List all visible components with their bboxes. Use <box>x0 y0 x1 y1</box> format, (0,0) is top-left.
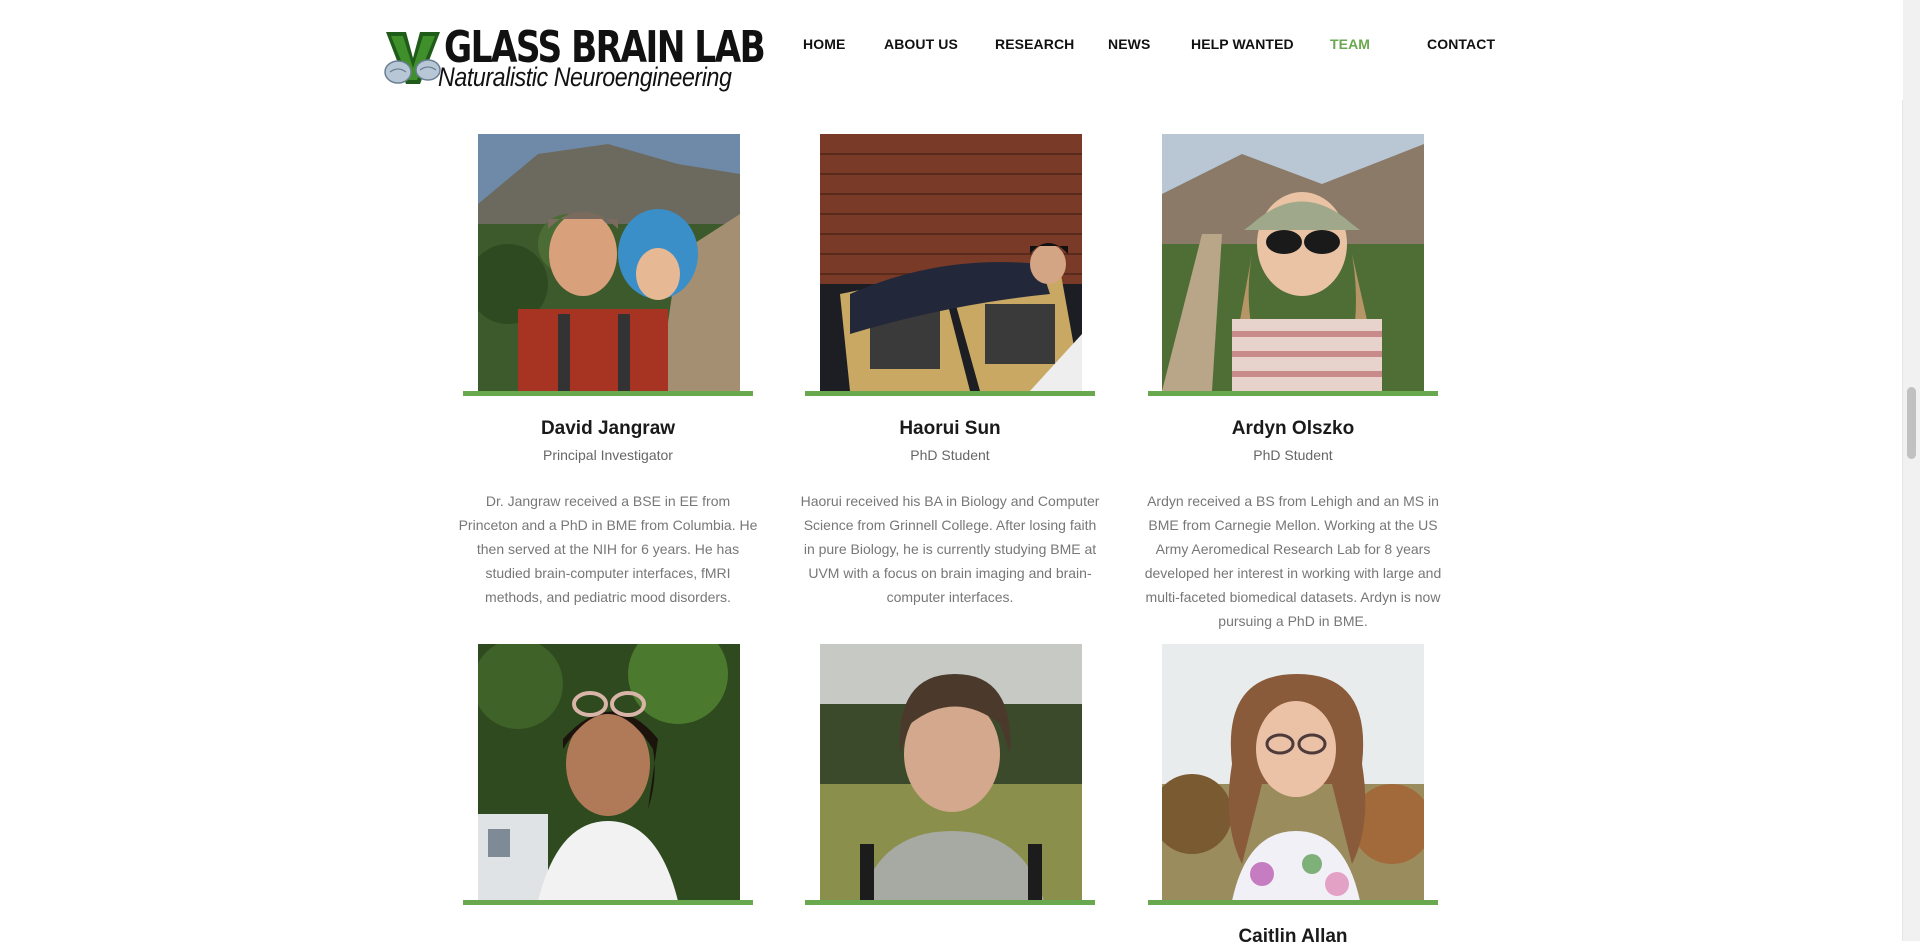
photo-underline <box>463 900 753 905</box>
photo-underline <box>1148 391 1438 396</box>
photo-underline <box>463 391 753 396</box>
scrollbar-thumb[interactable] <box>1907 387 1916 459</box>
member-bio: Haorui received his BA in Biology and Co… <box>800 493 1100 605</box>
nav-research[interactable]: RESEARCH <box>995 36 1074 52</box>
main-nav: HOME ABOUT US RESEARCH NEWS HELP WANTED … <box>0 36 1903 56</box>
member-name: David Jangraw <box>540 418 676 439</box>
team-photo <box>478 644 740 901</box>
nav-team[interactable]: TEAM <box>1330 36 1370 52</box>
nav-news[interactable]: NEWS <box>1108 36 1150 52</box>
member-role: Principal Investigator <box>543 447 673 463</box>
page-scrollbar[interactable] <box>1902 0 1920 941</box>
photo-underline <box>805 391 1095 396</box>
logo-subtitle: Naturalistic Neuroengineering <box>438 62 732 92</box>
team-photo <box>820 134 1082 391</box>
member-role: PhD Student <box>1253 447 1333 463</box>
member-bio: Dr. Jangraw received a BSE in EE from Pr… <box>458 493 758 605</box>
team-photo <box>1162 644 1424 901</box>
nav-contact[interactable]: CONTACT <box>1427 36 1495 52</box>
member-role: PhD Student <box>910 447 990 463</box>
photo-underline <box>805 900 1095 905</box>
member-bio: Ardyn received a BS from Lehigh and an M… <box>1144 493 1442 629</box>
member-name: Caitlin Allan <box>1238 926 1348 947</box>
member-name: Haorui Sun <box>899 418 1001 439</box>
site-header: GLASS BRAIN LAB Naturalistic Neuroengine… <box>0 0 1903 100</box>
team-photo <box>1162 134 1424 391</box>
team-photo <box>820 644 1082 901</box>
nav-about-us[interactable]: ABOUT US <box>884 36 958 52</box>
nav-home[interactable]: HOME <box>803 36 845 52</box>
team-photo <box>478 134 740 391</box>
member-name: Ardyn Olszko <box>1231 418 1355 439</box>
photo-underline <box>1148 900 1438 905</box>
nav-help-wanted[interactable]: HELP WANTED <box>1191 36 1294 52</box>
